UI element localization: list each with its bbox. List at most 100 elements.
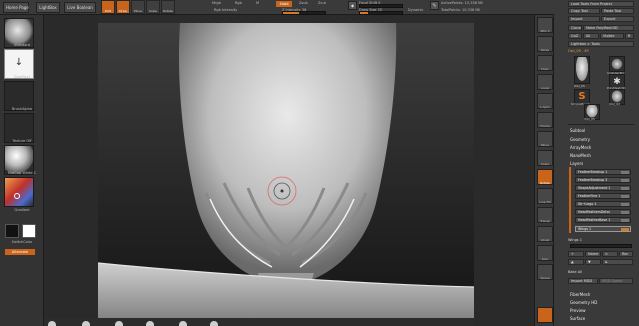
menu-arraymesh[interactable]: ArrayMesh	[570, 145, 591, 150]
switch-color-button[interactable]: SwitchColor	[3, 240, 41, 244]
menu-geometry[interactable]: Geometry	[570, 137, 590, 142]
layer-name-button[interactable]: Name	[585, 251, 601, 257]
import-button[interactable]: Import	[568, 16, 600, 22]
goz-button[interactable]: GoZ	[568, 33, 582, 39]
solo-button[interactable]: Solo	[537, 245, 553, 261]
persp-button[interactable]: Persp	[537, 36, 553, 52]
layer-visibility-icon[interactable]	[621, 228, 629, 231]
rotate-view-button[interactable]: Rotate	[537, 169, 553, 185]
bottom-brush-1-icon[interactable]	[48, 321, 56, 326]
gradient-label[interactable]: Gradient	[3, 208, 41, 212]
m-toggle[interactable]: M	[256, 1, 259, 5]
scale-view-button[interactable]: Scale	[537, 150, 553, 166]
menu-layers[interactable]: Layers	[570, 161, 583, 166]
zcut-toggle[interactable]: Zcut	[318, 1, 326, 5]
r-button[interactable]: R	[625, 33, 634, 39]
layer-visibility-icon[interactable]	[621, 203, 629, 206]
bottom-brush-6-icon[interactable]	[210, 321, 218, 326]
ghost-button[interactable]: Ghost	[537, 226, 553, 242]
layer-visibility-icon[interactable]	[621, 171, 629, 174]
layer-merge-icon[interactable]: ⇊	[602, 259, 633, 265]
draw-size-slider[interactable]	[359, 11, 403, 15]
layer-row[interactable]: HeadFeathersDetai	[575, 209, 631, 215]
rgb-intensity-label[interactable]: Rgb Intensity	[214, 8, 237, 12]
wings-strength-slider[interactable]	[570, 244, 632, 248]
layer-row[interactable]: ShapeAdjustment 1	[575, 185, 631, 191]
brush-stroke-icon[interactable]: ✎	[430, 1, 439, 10]
floor-button[interactable]: Floor	[537, 55, 553, 71]
dynamic-toggle[interactable]: Dynamic	[408, 8, 423, 12]
menu-preview[interactable]: Preview	[570, 308, 586, 313]
layer-row[interactable]: Str+Lego 1	[575, 201, 631, 207]
layer-new-icon[interactable]: +	[568, 251, 584, 257]
visible-button[interactable]: Visible	[600, 33, 624, 39]
draw-size-fill	[360, 12, 369, 14]
rgb-toggle[interactable]: Rgb	[235, 1, 242, 5]
local-button[interactable]: Local	[537, 74, 553, 90]
menu-subtool[interactable]: Subtool	[570, 128, 585, 133]
layer-down-icon[interactable]: ▼	[585, 259, 601, 265]
polyframe-button[interactable]: Line Fill PolyF	[537, 188, 553, 230]
layer-row[interactable]: FeatherFine 1	[575, 193, 631, 199]
layer-row-selected[interactable]: Wings 1	[575, 226, 631, 232]
layers-accent-bar	[569, 167, 571, 233]
lightbox-tools-button[interactable]: Lightbox > Tools	[568, 41, 634, 47]
layer-visibility-icon[interactable]	[621, 187, 629, 190]
scale-tool-button[interactable]: Scale	[146, 0, 160, 14]
move-tool-button[interactable]: Move	[131, 0, 145, 14]
layer-row[interactable]: HeadFeatherBase 1	[575, 217, 631, 223]
menu-surface[interactable]: Surface	[570, 316, 585, 321]
layer-visibility-icon[interactable]	[621, 179, 629, 182]
focal-shift-icon[interactable]: ◆	[348, 1, 357, 10]
document-canvas[interactable]	[98, 23, 474, 326]
tool-tile-owl-05[interactable]	[574, 56, 590, 84]
secondary-color-swatch[interactable]	[22, 224, 36, 238]
copy-tool-button[interactable]: Copy Tool	[568, 8, 600, 14]
paste-tool-button[interactable]: Paste Tool	[601, 8, 634, 14]
draw-tool-button[interactable]: Draw	[116, 0, 130, 14]
rotate-tool-button[interactable]: Rotate	[161, 0, 175, 14]
color-picker[interactable]	[4, 177, 34, 207]
import-mdd-button[interactable]: Import MDD	[568, 278, 598, 284]
zadd-toggle[interactable]: Zadd	[276, 1, 292, 7]
layer-rec-button[interactable]: Rec	[619, 251, 633, 257]
z-intensity-slider[interactable]	[282, 11, 326, 15]
layer-up-icon[interactable]: ▲	[568, 259, 584, 265]
export-button[interactable]: Export	[601, 16, 634, 22]
main-color-swatch[interactable]	[5, 224, 19, 238]
alternate-button[interactable]: Alternate	[5, 249, 35, 255]
lightbox-button[interactable]: LightBox	[36, 2, 60, 13]
make-polymesh3d-button[interactable]: Make PolyMesh3D	[583, 25, 634, 31]
layer-visibility-icon[interactable]	[621, 211, 629, 214]
bottom-brush-5-icon[interactable]	[179, 321, 187, 326]
layer-visibility-icon[interactable]	[621, 219, 629, 222]
move-view-button[interactable]: Move	[537, 131, 553, 147]
edit-tool-button[interactable]: Edit	[101, 0, 115, 14]
mdd-speed-slider[interactable]: MDD Speed	[599, 278, 633, 284]
tool-tile-cylinder3d[interactable]	[609, 56, 625, 72]
menu-geometry-hd[interactable]: Geometry HD	[570, 300, 597, 305]
frame-button[interactable]: Frame	[537, 112, 553, 128]
xpose-button[interactable]: Xpose	[537, 264, 553, 280]
menu-nanomesh[interactable]: NanoMesh	[570, 153, 591, 158]
layer-visibility-icon[interactable]	[621, 195, 629, 198]
layer-row[interactable]: FeatherBreakup 3	[575, 177, 631, 183]
home-page-button[interactable]: Home Page	[3, 2, 29, 13]
transp-button[interactable]: Transp	[537, 207, 553, 223]
all-button[interactable]: All	[583, 33, 599, 39]
mrgb-toggle[interactable]: Mrgb	[212, 1, 221, 5]
lsym-button[interactable]: L.Sym	[537, 93, 553, 109]
bottom-brush-3-icon[interactable]	[115, 321, 123, 326]
zsub-toggle[interactable]: Zsub	[299, 1, 308, 5]
dynamic-view-icon[interactable]	[537, 307, 553, 323]
clone-button[interactable]: Clone	[568, 25, 582, 31]
bottom-brush-2-icon[interactable]	[82, 321, 90, 326]
layer-row[interactable]: FeatherBreakup 1	[575, 169, 631, 175]
bake-all-button[interactable]: Bake All	[568, 270, 582, 274]
menu-fibermesh[interactable]: FiberMesh	[570, 292, 590, 297]
layer-delete-icon[interactable]: ×	[602, 251, 618, 257]
live-boolean-button[interactable]: Live Boolean	[64, 2, 96, 13]
bottom-brush-4-icon[interactable]	[146, 321, 154, 326]
spix-button[interactable]: SPix 3	[537, 17, 553, 33]
load-tools-from-project-button[interactable]: Load Tools From Project	[568, 1, 634, 7]
